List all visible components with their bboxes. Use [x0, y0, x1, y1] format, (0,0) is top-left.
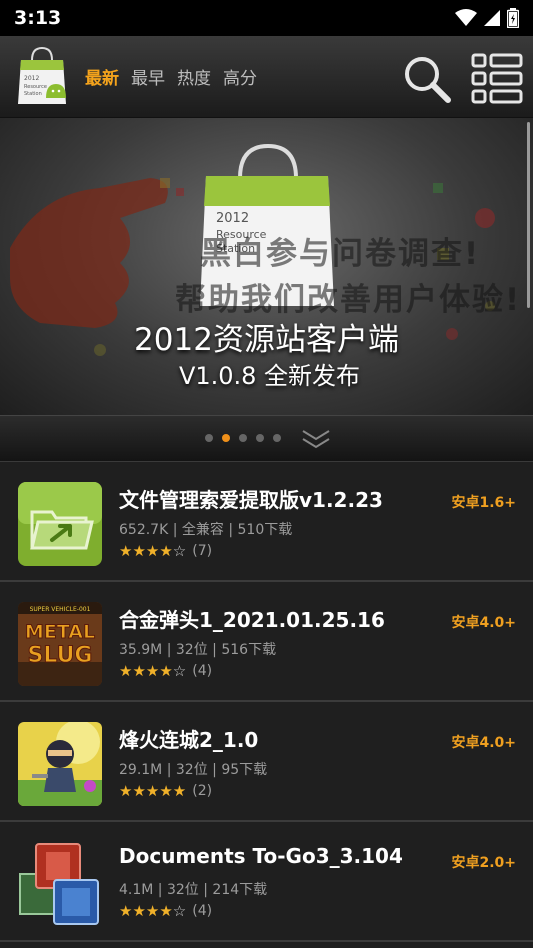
banner-subtitle: V1.0.8 全新发布	[178, 362, 361, 390]
logo-resource: Resource	[24, 84, 47, 90]
file-manager-icon	[18, 482, 102, 566]
app-rating: ★★★★☆ (4)	[119, 902, 212, 920]
rating-count: (2)	[192, 783, 213, 799]
bag-year: 2012	[216, 211, 249, 226]
chevron-down-icon[interactable]	[300, 428, 332, 450]
pager-dot[interactable]	[239, 434, 247, 442]
android-requirement: 安卓4.0+	[451, 615, 516, 631]
app-rating: ★★★★☆ (7)	[119, 542, 212, 560]
tab-popular[interactable]: 热度	[177, 64, 211, 89]
banner-title: 2012资源站客户端	[134, 322, 399, 358]
status-bar: 3:13	[0, 0, 533, 36]
tab-top-rated[interactable]: 高分	[223, 64, 257, 89]
app-meta: 35.9M | 32位 | 516下载	[119, 642, 277, 658]
app-rating: ★★★★☆ (4)	[119, 662, 212, 680]
rating-count: (4)	[192, 903, 213, 919]
android-requirement: 安卓2.0+	[451, 855, 516, 871]
star-rating: ★★★★☆	[119, 662, 187, 680]
app-rating: ★★★★★ (2)	[119, 782, 212, 800]
app-size: 35.9M	[119, 642, 163, 658]
metal-slug-tagline: SUPER VEHICLE-001	[30, 606, 91, 613]
pager-dot[interactable]	[273, 434, 281, 442]
list-item[interactable]: 文件管理索爱提取版v1.2.23 652.7K | 全兼容 | 510下载 ★★…	[0, 462, 533, 582]
list-item[interactable]: SUPER VEHICLE-001 METAL SLUG 合金弹头1_2021.…	[0, 582, 533, 702]
ninja-game-icon	[18, 722, 102, 806]
promo-banner[interactable]: 2012 Resource Station 黑白参与问卷调查! 帮助我们改善用户…	[0, 118, 533, 415]
status-icons	[455, 8, 519, 28]
logo-year: 2012	[24, 75, 39, 82]
app-size: 4.1M	[119, 882, 154, 898]
app-downloads: 516下载	[221, 642, 277, 658]
signal-icon	[484, 10, 500, 26]
app-list: 文件管理索爱提取版v1.2.23 652.7K | 全兼容 | 510下载 ★★…	[0, 462, 533, 942]
pager-dot[interactable]	[205, 434, 213, 442]
app-name: 合金弹头1_2021.01.25.16	[119, 608, 385, 632]
banner-scrollbar[interactable]	[527, 122, 530, 308]
banner-pager	[0, 415, 533, 462]
app-compat: 32位	[175, 642, 208, 658]
sort-tabs: 最新 最早 热度 高分	[85, 64, 257, 89]
app-size: 29.1M	[119, 762, 163, 778]
android-requirement: 安卓1.6+	[451, 495, 516, 511]
pager-dot-active[interactable]	[222, 434, 230, 442]
rating-count: (7)	[192, 543, 213, 559]
tab-newest[interactable]: 最新	[85, 64, 119, 89]
app-downloads: 214下载	[212, 882, 268, 898]
app-compat: 全兼容	[181, 522, 224, 538]
app-size: 652.7K	[119, 522, 169, 538]
star-rating: ★★★★★	[119, 782, 187, 800]
star-rating: ★★★★☆	[119, 542, 187, 560]
status-time: 3:13	[14, 7, 62, 29]
app-name: 文件管理索爱提取版v1.2.23	[119, 488, 383, 512]
app-meta: 652.7K | 全兼容 | 510下载	[119, 522, 293, 538]
banner-survey-line1: 黑白参与问卷调查!	[200, 236, 481, 272]
logo-station: Station	[24, 91, 42, 97]
resource-station-logo[interactable]: 2012 Resource Station	[16, 46, 68, 106]
app-meta: 29.1M | 32位 | 95下载	[119, 762, 268, 778]
battery-icon	[507, 8, 519, 28]
app-meta: 4.1M | 32位 | 214下载	[119, 882, 268, 898]
metal-slug-title: METAL	[25, 621, 95, 643]
app-name: Documents To-Go3_3.104	[119, 844, 403, 868]
android-requirement: 安卓4.0+	[451, 735, 516, 751]
app-header: 2012 Resource Station 最新 最早 热度 高分	[0, 36, 533, 118]
app-downloads: 510下载	[237, 522, 293, 538]
documents-icon	[19, 843, 99, 925]
wifi-icon	[455, 9, 477, 26]
app-name: 烽火连城2_1.0	[119, 728, 259, 752]
pager-dot[interactable]	[256, 434, 264, 442]
app-downloads: 95下载	[221, 762, 268, 778]
list-item[interactable]: Documents To-Go3_3.104 4.1M | 32位 | 214下…	[0, 822, 533, 942]
tab-oldest[interactable]: 最早	[131, 64, 165, 89]
list-menu-icon[interactable]	[470, 52, 524, 106]
pager-dots	[205, 434, 281, 442]
banner-survey-line2: 帮助我们改善用户体验!	[175, 282, 522, 318]
metal-slug-subtitle: SLUG	[27, 643, 92, 668]
search-icon[interactable]	[400, 52, 454, 106]
star-rating: ★★★★☆	[119, 902, 187, 920]
rating-count: (4)	[192, 663, 213, 679]
metal-slug-icon: SUPER VEHICLE-001 METAL SLUG	[18, 602, 102, 686]
app-compat: 32位	[166, 882, 199, 898]
list-item[interactable]: 烽火连城2_1.0 29.1M | 32位 | 95下载 ★★★★★ (2) 安…	[0, 702, 533, 822]
app-compat: 32位	[175, 762, 208, 778]
